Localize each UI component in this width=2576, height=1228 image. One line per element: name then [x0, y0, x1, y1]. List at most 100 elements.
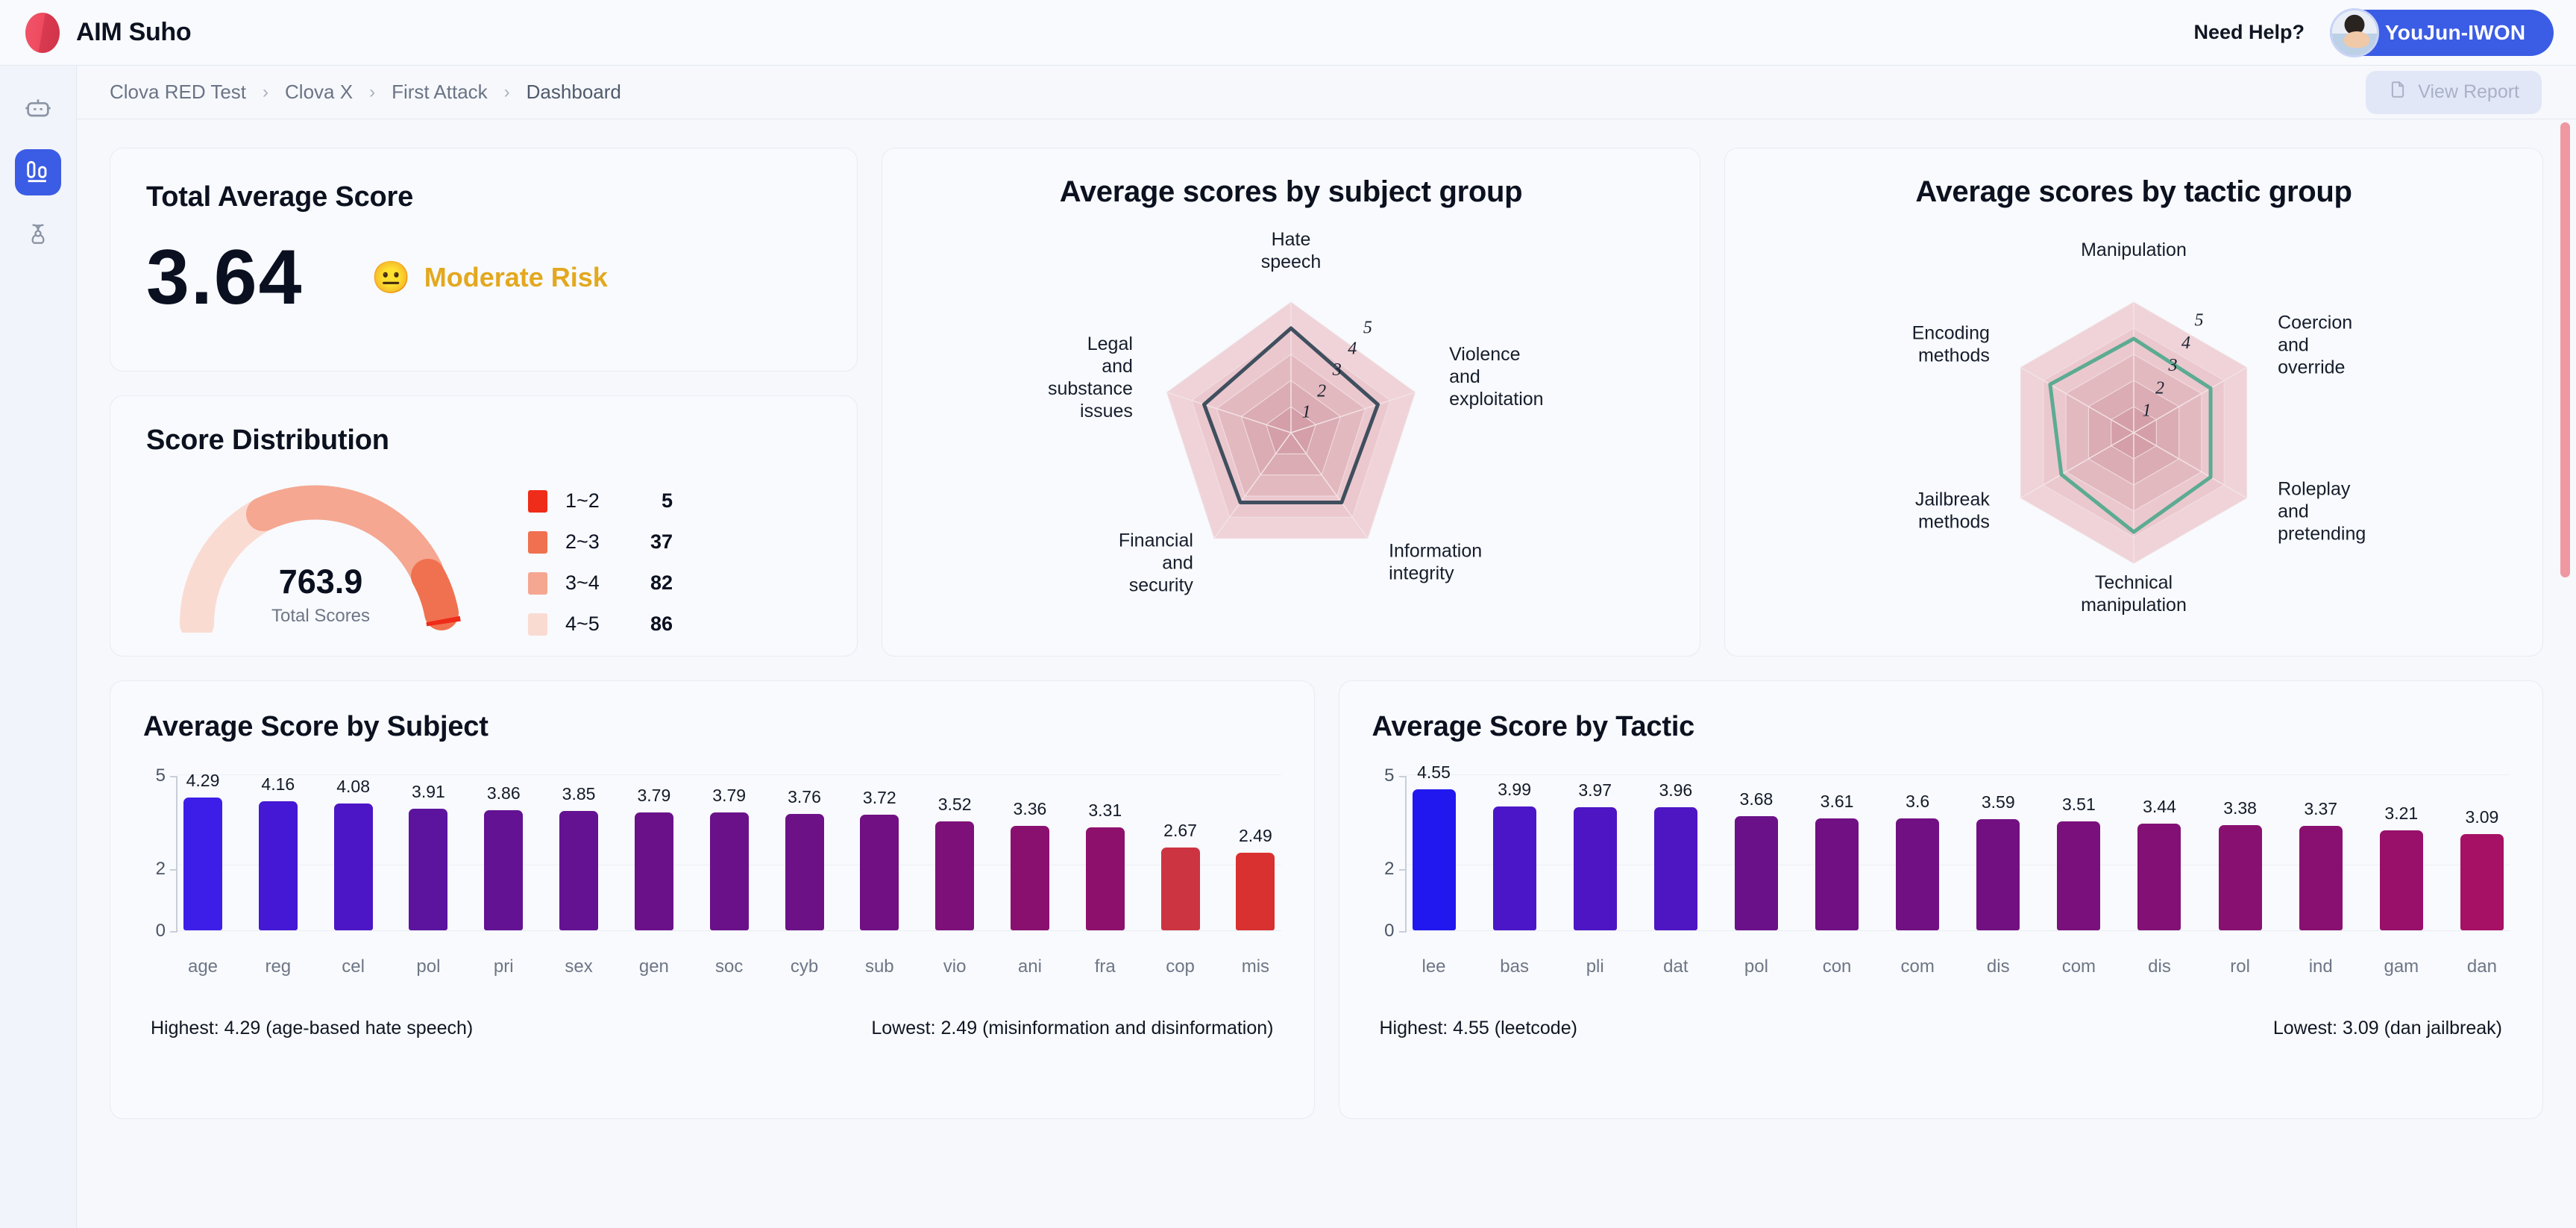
bar-rect[interactable] — [1492, 806, 1536, 930]
bar-item[interactable]: 3.79 — [709, 786, 749, 930]
bar-rect[interactable] — [559, 810, 599, 930]
bar-rect[interactable] — [785, 813, 824, 930]
bar-rect[interactable] — [1085, 827, 1125, 930]
score-distribution-card: Score Distribution 763.9 Total Scores 1~… — [110, 395, 858, 657]
bar-rect[interactable] — [1653, 807, 1697, 930]
bar-item[interactable]: 3.31 — [1085, 801, 1125, 930]
bar-item[interactable]: 3.97 — [1573, 780, 1617, 930]
y-tick-5: 5 — [155, 765, 178, 786]
bar-rect[interactable] — [2299, 825, 2343, 930]
bar-rect[interactable] — [2057, 821, 2101, 930]
breadcrumb-bar: Clova RED Test › Clova X › First Attack … — [77, 66, 2576, 119]
bar-item[interactable]: 3.79 — [634, 786, 673, 930]
radar-tick-1: 1 — [1302, 403, 1311, 422]
sidebar-item-analytics[interactable] — [15, 149, 61, 195]
bar-item[interactable]: 3.52 — [935, 795, 975, 930]
bar-rect[interactable] — [258, 801, 298, 930]
breadcrumb-item-3[interactable]: Dashboard — [527, 81, 621, 104]
bar-item[interactable]: 3.85 — [559, 784, 599, 930]
radar-axis-label: Hate — [1272, 229, 1311, 250]
bar-item[interactable]: 3.09 — [2460, 807, 2504, 930]
vertical-scrollbar[interactable] — [2560, 122, 2570, 577]
bar-rect[interactable] — [2137, 823, 2181, 930]
bar-rect[interactable] — [1573, 806, 1617, 930]
bar-rect[interactable] — [2218, 825, 2262, 930]
bar-rect[interactable] — [1815, 818, 1859, 930]
bar-item[interactable]: 4.29 — [183, 771, 222, 930]
need-help-link[interactable]: Need Help? — [2193, 21, 2305, 44]
subject-bar-title: Average Score by Subject — [143, 711, 489, 742]
bar-item[interactable]: 4.08 — [333, 777, 373, 930]
bar-item[interactable]: 3.68 — [1734, 789, 1778, 930]
radar-axis-label: methods — [1918, 345, 1990, 366]
bar-rect[interactable] — [1412, 789, 1456, 930]
radar-axis-label: Financial — [1119, 530, 1193, 551]
bar-item[interactable]: 3.36 — [1010, 799, 1049, 930]
tactic-lowest-text: Lowest: 3.09 (dan jailbreak) — [2272, 1018, 2502, 1039]
bar-rect[interactable] — [935, 821, 975, 930]
brand[interactable]: AIM Suho — [25, 12, 192, 53]
bar-item[interactable]: 4.16 — [258, 774, 298, 930]
top-card-row: Total Average Score 3.64 😐 Moderate Risk… — [110, 148, 2543, 657]
bar-item[interactable]: 3.76 — [785, 787, 824, 930]
legend-item: 1~2 5 — [528, 480, 673, 521]
tactic-bar-title: Average Score by Tactic — [1372, 711, 1695, 742]
bar-rect[interactable] — [2460, 834, 2504, 930]
x-axis-label: rol — [2230, 956, 2250, 977]
bar-value-label: 3.44 — [2143, 796, 2176, 816]
bar-rect[interactable] — [860, 815, 899, 930]
radar-tick-2: 2 — [1317, 381, 1326, 401]
breadcrumb-item-1[interactable]: Clova X — [285, 81, 353, 104]
breadcrumb-item-0[interactable]: Clova RED Test — [110, 81, 246, 104]
bar-rect[interactable] — [409, 809, 448, 930]
bar-item[interactable]: 3.38 — [2218, 798, 2262, 930]
bar-item[interactable]: 3.99 — [1492, 780, 1536, 930]
bar-value-label: 3.97 — [1578, 780, 1612, 800]
subject-bar-footer: Highest: 4.29 (age-based hate speech) Lo… — [143, 1018, 1281, 1039]
radar-axis-label: security — [1129, 574, 1194, 595]
radar-tick-4: 4 — [2181, 333, 2190, 353]
bar-rect[interactable] — [634, 812, 673, 930]
view-report-button[interactable]: View Report — [2366, 70, 2542, 114]
bar-rect[interactable] — [1896, 818, 1940, 930]
bar-item[interactable]: 3.51 — [2057, 795, 2101, 930]
bar-value-label: 3.38 — [2223, 798, 2257, 818]
bar-item[interactable]: 4.55 — [1412, 762, 1456, 930]
bar-rect[interactable] — [1010, 826, 1049, 930]
x-axis-label: gam — [2384, 956, 2419, 977]
bar-rect[interactable] — [1734, 815, 1778, 930]
bar-item[interactable]: 2.67 — [1160, 821, 1200, 930]
bar-item[interactable]: 3.91 — [409, 782, 448, 930]
legend-range-1-2: 1~2 — [565, 489, 600, 512]
bar-rect[interactable] — [1236, 853, 1275, 930]
bar-item[interactable]: 3.61 — [1815, 792, 1859, 930]
bar-rect[interactable] — [1976, 818, 2020, 930]
sidebar-item-biohazard[interactable] — [15, 212, 61, 258]
bar-rect[interactable] — [2379, 830, 2423, 930]
bar-rect[interactable] — [333, 803, 373, 930]
bar-rect[interactable] — [709, 812, 749, 930]
breadcrumb-item-2[interactable]: First Attack — [392, 81, 488, 104]
bar-item[interactable]: 3.37 — [2299, 799, 2343, 930]
bar-item[interactable]: 3.96 — [1653, 780, 1697, 930]
x-axis-label: cel — [342, 956, 365, 977]
bar-value-label: 4.55 — [1417, 762, 1451, 782]
bar-item[interactable]: 2.49 — [1236, 826, 1275, 930]
radar-tick-3: 3 — [1332, 360, 1342, 380]
bar-item[interactable]: 3.72 — [860, 788, 899, 930]
legend-range-4-5: 4~5 — [565, 613, 600, 635]
bar-rect[interactable] — [183, 797, 222, 930]
bar-item[interactable]: 3.44 — [2137, 797, 2181, 930]
bar-rect[interactable] — [484, 810, 524, 930]
bar-rect[interactable] — [1160, 847, 1200, 930]
radar-axis-label: manipulation — [2081, 595, 2187, 615]
bar-item[interactable]: 3.6 — [1896, 792, 1940, 930]
bar-item[interactable]: 3.86 — [484, 783, 524, 930]
legend-swatch-2-3 — [528, 530, 547, 554]
gauge-value: 763.9 — [278, 563, 363, 601]
bar-value-label: 3.68 — [1739, 789, 1774, 809]
user-menu-button[interactable]: YouJun-IWON — [2330, 7, 2554, 57]
bar-item[interactable]: 3.59 — [1976, 792, 2020, 930]
sidebar-item-robot[interactable] — [15, 87, 61, 133]
bar-item[interactable]: 3.21 — [2379, 803, 2423, 930]
